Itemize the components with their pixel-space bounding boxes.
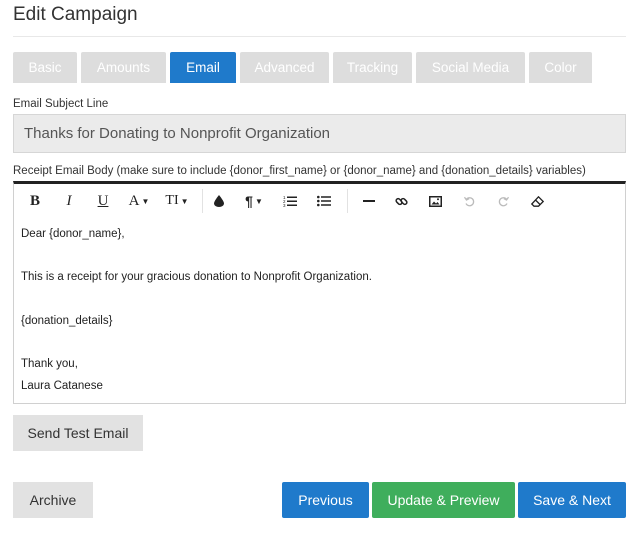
tab-amounts[interactable]: Amounts (81, 52, 166, 83)
undo-icon (463, 196, 474, 206)
underline-button[interactable]: U (86, 188, 120, 214)
body-line (21, 246, 618, 268)
svg-text:3: 3 (283, 203, 286, 207)
redo-button[interactable] (486, 188, 520, 214)
body-line (21, 332, 618, 354)
link-button[interactable] (384, 188, 418, 214)
tab-basic[interactable]: Basic (13, 52, 77, 83)
image-icon (428, 195, 442, 207)
ink-drop-icon (214, 195, 224, 207)
save-next-button[interactable]: Save & Next (518, 482, 626, 518)
title-divider (13, 36, 626, 37)
email-body-editor: B I U A ▼ TI ▼ ¶ ▼ 1 2 3 Dear {donor_nam… (13, 181, 626, 404)
image-button[interactable] (418, 188, 452, 214)
redo-icon (498, 196, 509, 206)
unordered-list-icon (317, 195, 331, 207)
tab-advanced[interactable]: Advanced (240, 52, 329, 83)
body-line: Thank you, (21, 358, 78, 371)
update-preview-button[interactable]: Update & Preview (372, 482, 515, 518)
toolbar-divider (347, 189, 348, 213)
paragraph-icon: ¶ (245, 193, 253, 209)
email-body-content[interactable]: Dear {donor_name}, This is a receipt for… (14, 218, 625, 404)
editor-toolbar: B I U A ▼ TI ▼ ¶ ▼ 1 2 3 (14, 184, 625, 218)
tab-social-media[interactable]: Social Media (416, 52, 525, 83)
caret-down-icon: ▼ (141, 196, 150, 206)
eraser-icon (530, 195, 544, 207)
body-line: Dear {donor_name}, (21, 228, 125, 240)
horizontal-rule-icon (363, 200, 375, 202)
subject-input[interactable] (13, 114, 626, 153)
body-line: Laura Catanese (21, 379, 103, 392)
link-icon (394, 197, 408, 205)
font-color-icon: A (128, 192, 140, 209)
tab-color[interactable]: Color (529, 52, 592, 83)
subject-label: Email Subject Line (13, 98, 109, 110)
body-line (21, 289, 618, 311)
toolbar-divider (202, 189, 203, 213)
caret-down-icon: ▼ (180, 196, 189, 206)
ordered-list-button[interactable]: 1 2 3 (273, 188, 307, 214)
paragraph-button[interactable]: ¶ ▼ (235, 188, 273, 214)
unordered-list-button[interactable] (307, 188, 341, 214)
campaign-tabs: Basic Amounts Email Advanced Tracking So… (13, 52, 596, 83)
font-color-button[interactable]: A ▼ (120, 188, 158, 214)
tab-tracking[interactable]: Tracking (333, 52, 412, 83)
caret-down-icon: ▼ (254, 196, 263, 206)
ordered-list-icon: 1 2 3 (283, 195, 297, 207)
page-title: Edit Campaign (13, 4, 138, 25)
font-size-icon: TI (165, 193, 179, 208)
send-test-email-button[interactable]: Send Test Email (13, 415, 143, 451)
body-line: This is a receipt for your gracious dona… (21, 271, 372, 284)
archive-button[interactable]: Archive (13, 482, 93, 518)
font-size-button[interactable]: TI ▼ (158, 188, 196, 214)
body-label: Receipt Email Body (make sure to include… (13, 165, 586, 177)
previous-button[interactable]: Previous (282, 482, 369, 518)
italic-button[interactable]: I (52, 188, 86, 214)
body-line: {donation_details} (21, 314, 113, 327)
horizontal-rule-button[interactable] (354, 188, 384, 214)
bold-button[interactable]: B (18, 188, 52, 214)
clear-formatting-button[interactable] (520, 188, 554, 214)
undo-button[interactable] (452, 188, 486, 214)
tab-email[interactable]: Email (170, 52, 236, 83)
highlight-button[interactable] (209, 188, 229, 214)
